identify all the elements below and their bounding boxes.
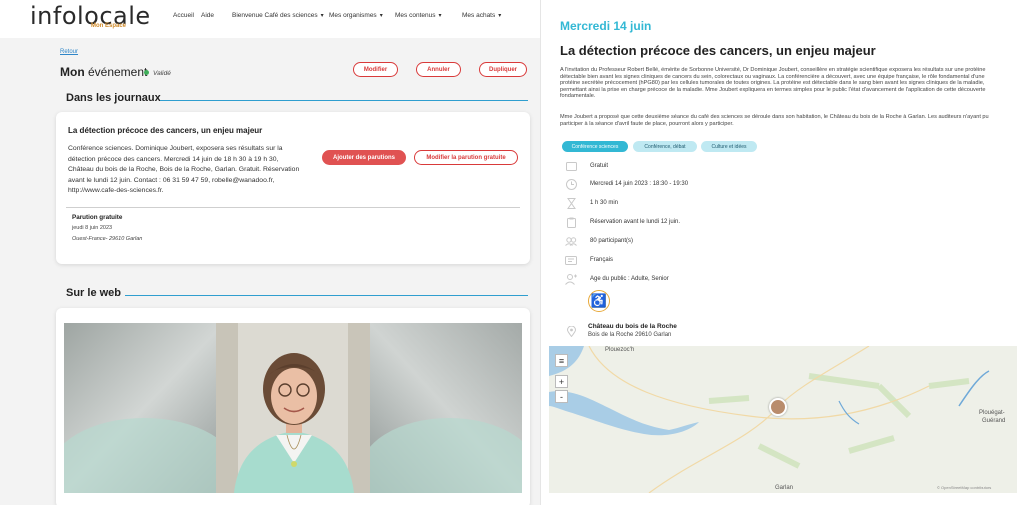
info-price: Gratuit	[565, 160, 608, 172]
map-label-guerand: Guérand	[982, 418, 1006, 424]
event-detail-title: La détection précoce des cancers, un enj…	[560, 43, 876, 58]
chevron-down-icon: ▾	[379, 13, 383, 19]
back-link[interactable]: Retour	[60, 49, 78, 55]
speaker-photo[interactable]	[64, 323, 522, 493]
language-icon	[565, 254, 577, 266]
card-divider	[66, 207, 520, 208]
map-zoom-in-button[interactable]: +	[555, 375, 568, 388]
map-zoom-out-button[interactable]: -	[555, 390, 568, 403]
publication-date: jeudi 8 juin 2023	[72, 225, 113, 231]
add-publications-button[interactable]: Ajouter des parutions	[322, 150, 406, 165]
nav-aide[interactable]: Aide	[201, 12, 214, 19]
location-name: Château du bois de la Roche	[588, 323, 677, 330]
tag-culture-idees[interactable]: Culture et idées	[701, 141, 757, 152]
modify-free-publication-button[interactable]: Modifier la parution gratuite	[414, 150, 518, 165]
audience-icon	[565, 273, 577, 285]
heading-divider	[160, 100, 528, 101]
clipboard-icon	[565, 216, 577, 228]
journal-card-text: Conférence sciences. Dominique Joubert, …	[68, 145, 300, 194]
info-audience: Age du public : Adulte, Senior	[565, 273, 669, 285]
nav-mes-achats-menu[interactable]: Mes achats ▾	[462, 12, 501, 19]
journals-heading: Dans les journaux	[66, 92, 161, 104]
ticket-icon	[565, 160, 577, 172]
info-language: Français	[565, 254, 613, 266]
location-map[interactable]: ≡ + - Plouezoc'h Plouégat- Guérand Garla…	[549, 346, 1017, 493]
info-reservation: Réservation avant le lundi 12 juin.	[565, 216, 680, 228]
chevron-down-icon: ▾	[498, 13, 502, 19]
event-date-heading: Mercredi 14 juin	[560, 19, 652, 33]
clock-icon	[565, 178, 577, 190]
web-card	[56, 308, 530, 505]
chevron-down-icon: ▾	[320, 13, 324, 19]
info-datetime: Mercredi 14 juin 2023 : 18:30 - 19:30	[565, 178, 688, 190]
location-pin-icon	[565, 325, 577, 337]
publication-label: Parution gratuite	[72, 214, 123, 221]
map-layers-button[interactable]: ≡	[555, 354, 568, 367]
nav-mes-contenus-menu[interactable]: Mes contenus ▾	[395, 12, 441, 19]
nav-bienvenue-menu[interactable]: Bienvenue Café des sciences ▾	[232, 12, 324, 19]
status-dot-icon	[144, 70, 149, 75]
nav-accueil[interactable]: Accueil	[173, 12, 194, 19]
event-detail-panel: Mercredi 14 juin La détection précoce de…	[540, 0, 1024, 505]
duplicate-button[interactable]: Dupliquer	[479, 62, 527, 77]
map-marker-icon[interactable]	[769, 398, 787, 416]
journal-card: La détection précoce des cancers, un enj…	[56, 112, 530, 264]
location-address: Bois de la Roche 29610 Garlan	[588, 332, 672, 338]
event-description: A l'invitation du Professeur Robert Bell…	[560, 67, 986, 100]
journal-card-title: La détection précoce des cancers, un enj…	[68, 126, 263, 135]
page-title: Mon événement	[60, 65, 148, 79]
map-label-plouegat: Plouégat-	[979, 410, 1005, 416]
map-attribution: © OpenStreetMap contributors	[937, 485, 992, 490]
tag-conference-sciences[interactable]: Conférence sciences	[562, 141, 628, 152]
publication-source: Ouest-France- 29610 Garlan	[72, 236, 143, 242]
web-heading: Sur le web	[66, 287, 122, 299]
top-navigation-bar: infolocale Mon Espace Accueil Aide Bienv…	[0, 0, 540, 38]
heading-divider	[125, 295, 528, 296]
status-badge: Validé	[144, 70, 171, 77]
event-description-extra: Mme Joubert a proposé que cette deuxième…	[560, 114, 989, 127]
tag-conference-debat[interactable]: Conférence, débat	[633, 141, 697, 152]
info-duration: 1 h 30 min	[565, 197, 618, 209]
info-participants: 80 participant(s)	[565, 235, 633, 247]
map-label-plouezoch: Plouezoc'h	[605, 347, 635, 353]
chevron-down-icon: ▾	[438, 13, 442, 19]
modify-button[interactable]: Modifier	[353, 62, 398, 77]
event-management-panel: infolocale Mon Espace Accueil Aide Bienv…	[0, 0, 540, 505]
nav-mes-organismes-menu[interactable]: Mes organismes ▾	[329, 12, 383, 19]
cancel-button[interactable]: Annuler	[416, 62, 461, 77]
hourglass-icon	[565, 197, 577, 209]
wheelchair-accessibility-icon: ♿	[588, 290, 610, 312]
people-icon	[565, 235, 577, 247]
map-label-garlan: Garlan	[775, 485, 794, 491]
logo-subtitle: Mon Espace	[91, 23, 127, 29]
